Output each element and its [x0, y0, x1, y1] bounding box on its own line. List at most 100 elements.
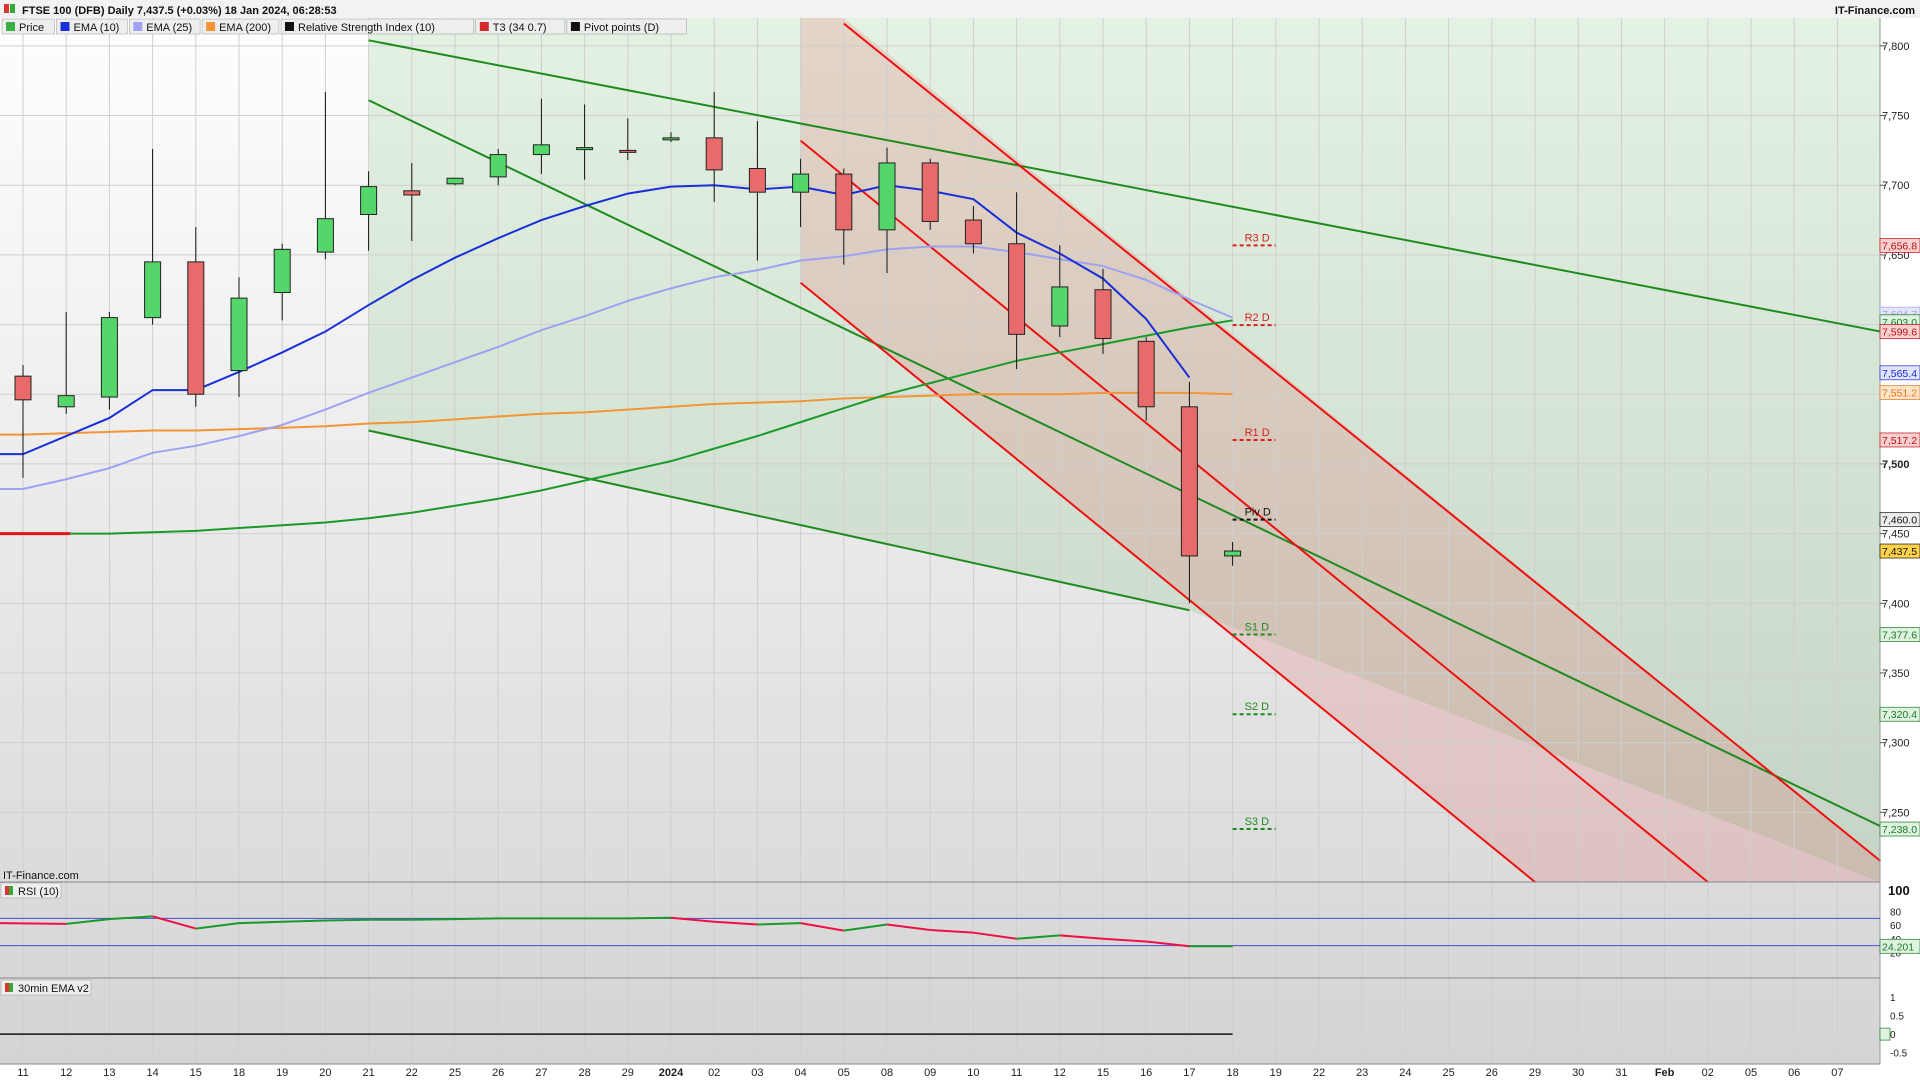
- legend-swatch: [6, 22, 15, 31]
- candle-body: [273, 248, 291, 294]
- x-tick-label: 23: [1356, 1067, 1368, 1079]
- price-tag-label: 7,320.4: [1882, 709, 1917, 721]
- x-tick-label: 29: [622, 1067, 634, 1079]
- candle-body: [230, 297, 248, 372]
- x-tick-label: 28: [578, 1067, 590, 1079]
- candle-body: [964, 219, 982, 245]
- candle-body: [1008, 243, 1026, 335]
- candle-body: [792, 173, 810, 193]
- x-tick-label: 14: [146, 1067, 158, 1079]
- legend-bar: Price EMA (10) EMA (25) EMA (200) Relative S…: [1, 18, 687, 35]
- rsi-icon: [5, 886, 13, 895]
- candle-body: [1180, 406, 1198, 557]
- candle-body: [878, 162, 896, 231]
- candle-body: [403, 190, 421, 196]
- x-tick-label: 18: [233, 1067, 245, 1079]
- pivot-label: R3 D: [1245, 232, 1270, 244]
- legend-label: Relative Strength Index (10): [298, 22, 435, 34]
- rsi-segment: [238, 920, 283, 925]
- ema30-value-tag: [1879, 1027, 1891, 1041]
- x-tick-label: 22: [406, 1067, 418, 1079]
- x-tick-label: 15: [190, 1067, 202, 1079]
- candle-body: [705, 137, 723, 171]
- candle-body: [316, 218, 334, 253]
- x-tick-label: 02: [1702, 1067, 1714, 1079]
- legend-swatch: [285, 22, 294, 31]
- x-tick-label: 07: [1831, 1067, 1843, 1079]
- rsi-segment: [0, 922, 67, 925]
- x-tick-label: 21: [362, 1067, 374, 1079]
- legend-label: EMA (25): [146, 22, 192, 34]
- x-tick-label: 06: [1788, 1067, 1800, 1079]
- brand-label: IT-Finance.com: [1835, 5, 1915, 17]
- x-tick-label: 29: [1529, 1067, 1541, 1079]
- pivot-label: S2 D: [1245, 701, 1270, 713]
- watermark-label: IT-Finance.com: [3, 870, 79, 882]
- x-tick-label: 11: [1011, 1067, 1022, 1079]
- rsi-segment: [325, 918, 369, 922]
- rsi-tick-label: 60: [1890, 921, 1902, 932]
- x-tick-label: 10: [967, 1067, 979, 1079]
- rsi-axis-max: 100: [1888, 883, 1910, 898]
- price-tag-label: 7,599.6: [1882, 327, 1917, 339]
- x-tick-label: 02: [708, 1067, 720, 1079]
- price-tag-label: 7,437.5: [1882, 546, 1917, 558]
- rsi-segment: [411, 918, 456, 921]
- x-tick-label: 20: [319, 1067, 331, 1079]
- legend-label: EMA (10): [74, 22, 120, 34]
- x-tick-label: 12: [60, 1067, 72, 1079]
- rsi-value-label: 24.201: [1882, 941, 1914, 953]
- candle-body: [446, 177, 464, 185]
- x-tick-label: 11: [17, 1067, 28, 1079]
- x-tick-label: 05: [838, 1067, 850, 1079]
- candle-body: [144, 261, 162, 319]
- ema30-tick-label: 0.5: [1890, 1012, 1904, 1023]
- x-tick-label: 03: [751, 1067, 763, 1079]
- rsi-segment: [454, 917, 499, 921]
- candle-body: [748, 168, 766, 193]
- y-tick-label: 7,450: [1882, 529, 1910, 541]
- candle-body: [1094, 289, 1112, 340]
- pivot-label: S1 D: [1245, 622, 1270, 634]
- rsi-segment: [627, 916, 672, 920]
- x-tick-label: 19: [1270, 1067, 1282, 1079]
- x-tick-label: 19: [276, 1067, 288, 1079]
- price-tag-label: 7,377.6: [1882, 630, 1917, 642]
- candle-body: [576, 147, 594, 151]
- legend-swatch: [570, 22, 580, 31]
- ema30-tick-label: 1: [1890, 993, 1896, 1004]
- candle-body: [835, 173, 853, 231]
- legend-label: Pivot points (D): [584, 22, 659, 34]
- x-tick-label: 24: [1399, 1067, 1411, 1079]
- x-tick-label: 30: [1572, 1067, 1584, 1079]
- chart-canvas: R3 DR2 DR1 DPiv DS1 DS2 DS3 D 8060402024…: [0, 0, 1920, 1079]
- legend-swatch: [133, 22, 143, 31]
- rsi-segment: [282, 919, 326, 923]
- y-tick-label: 7,750: [1882, 111, 1910, 123]
- y-tick-label: 7,250: [1882, 807, 1910, 819]
- y-tick-label: 7,350: [1882, 668, 1910, 680]
- candle-body: [1224, 550, 1242, 557]
- legend-swatch: [60, 22, 70, 31]
- candle-body: [662, 137, 680, 141]
- pivot-label: Piv D: [1245, 507, 1271, 519]
- price-axis: 7,2507,3007,3507,4007,4507,5007,5507,600…: [1880, 41, 1910, 819]
- candle-body: [489, 154, 507, 178]
- pivot-label: R1 D: [1245, 427, 1270, 439]
- candle-body: [921, 162, 939, 222]
- x-tick-label: 09: [924, 1067, 936, 1079]
- legend-label: EMA (200): [219, 22, 271, 34]
- x-tick-label: 31: [1615, 1067, 1627, 1079]
- x-tick-label: 15: [1097, 1067, 1109, 1079]
- candle-body: [619, 149, 637, 153]
- candle-body: [57, 395, 75, 408]
- legend-label: T3 (34 0.7): [493, 22, 547, 34]
- candle-body: [14, 375, 32, 401]
- x-tick-label: 13: [103, 1067, 115, 1079]
- legend-swatch: [206, 22, 216, 31]
- x-tick-label: 04: [794, 1067, 806, 1079]
- x-tick-label: 08: [881, 1067, 893, 1079]
- x-tick-label: 25: [1442, 1067, 1454, 1079]
- legend-label: Price: [19, 22, 44, 34]
- price-tag-label: 7,565.4: [1882, 368, 1917, 380]
